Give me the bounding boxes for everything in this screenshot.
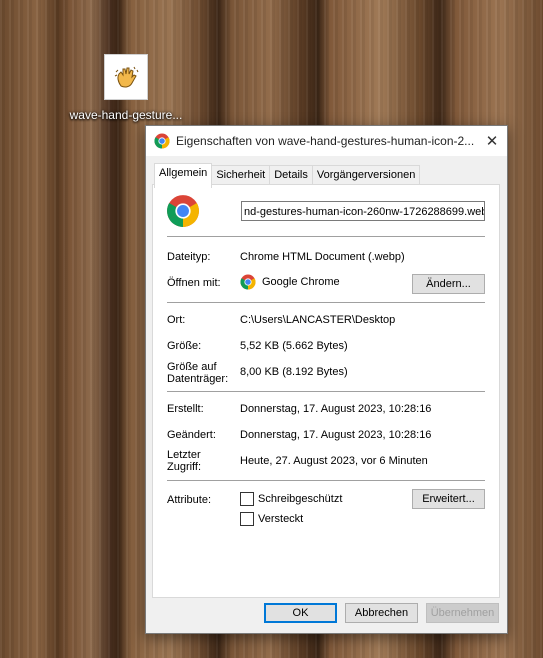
tab-vorgaengerversionen[interactable]: Vorgängerversionen xyxy=(311,165,421,186)
properties-dialog: Eigenschaften von wave-hand-gestures-hum… xyxy=(145,125,508,634)
wave-hand-icon xyxy=(104,54,148,100)
created-label: Erstellt: xyxy=(167,403,204,415)
window-title: Eigenschaften von wave-hand-gestures-hum… xyxy=(176,134,475,148)
divider xyxy=(167,480,485,481)
filetype-label: Dateityp: xyxy=(167,251,211,263)
size-on-disk-value: 8,00 KB (8.192 Bytes) xyxy=(240,366,348,378)
open-with-app: Google Chrome xyxy=(262,276,340,288)
close-icon[interactable]: ✕ xyxy=(477,126,507,156)
change-button[interactable]: Ändern... xyxy=(412,274,485,294)
title-bar[interactable]: Eigenschaften von wave-hand-gestures-hum… xyxy=(146,126,507,156)
created-value: Donnerstag, 17. August 2023, 10:28:16 xyxy=(240,403,432,415)
modified-value: Donnerstag, 17. August 2023, 10:28:16 xyxy=(240,429,432,441)
ok-button[interactable]: OK xyxy=(264,603,337,623)
tab-details[interactable]: Details xyxy=(269,165,313,186)
cancel-button[interactable]: Abbrechen xyxy=(345,603,418,623)
size-on-disk-label: Größe auf Datenträger: xyxy=(167,361,229,385)
last-access-value: Heute, 27. August 2023, vor 6 Minuten xyxy=(240,455,428,467)
modified-label: Geändert: xyxy=(167,429,216,441)
checkbox-box[interactable] xyxy=(240,492,254,506)
tab-sicherheit[interactable]: Sicherheit xyxy=(211,165,271,186)
size-label: Größe: xyxy=(167,340,202,352)
tab-allgemein[interactable]: Allgemein xyxy=(154,163,213,188)
attributes-label: Attribute: xyxy=(167,494,212,506)
desktop-file-icon[interactable]: wave-hand-gesture... xyxy=(66,54,186,122)
filename-field[interactable]: nd-gestures-human-icon-260nw-1726288699.… xyxy=(241,201,485,221)
filetype-value: Chrome HTML Document (.webp) xyxy=(240,251,405,263)
chrome-icon xyxy=(154,133,170,149)
desktop-file-label: wave-hand-gesture... xyxy=(69,108,183,122)
readonly-checkbox[interactable]: Schreibgeschützt xyxy=(240,492,342,506)
open-with-value: Google Chrome xyxy=(240,274,340,290)
divider xyxy=(167,391,485,392)
chrome-file-icon xyxy=(167,195,199,227)
location-value: C:\Users\LANCASTER\Desktop xyxy=(240,314,396,326)
checkbox-box[interactable] xyxy=(240,512,254,526)
divider xyxy=(167,236,485,237)
last-access-label: Letzter Zugriff: xyxy=(167,449,202,473)
apply-button[interactable]: Übernehmen xyxy=(426,603,499,623)
chrome-icon xyxy=(240,274,256,290)
advanced-button[interactable]: Erweitert... xyxy=(412,489,485,509)
size-value: 5,52 KB (5.662 Bytes) xyxy=(240,340,348,352)
hidden-checkbox[interactable]: Versteckt xyxy=(240,512,303,526)
location-label: Ort: xyxy=(167,314,186,326)
divider xyxy=(167,302,485,303)
open-with-label: Öffnen mit: xyxy=(167,277,221,289)
general-panel: nd-gestures-human-icon-260nw-1726288699.… xyxy=(152,184,500,598)
